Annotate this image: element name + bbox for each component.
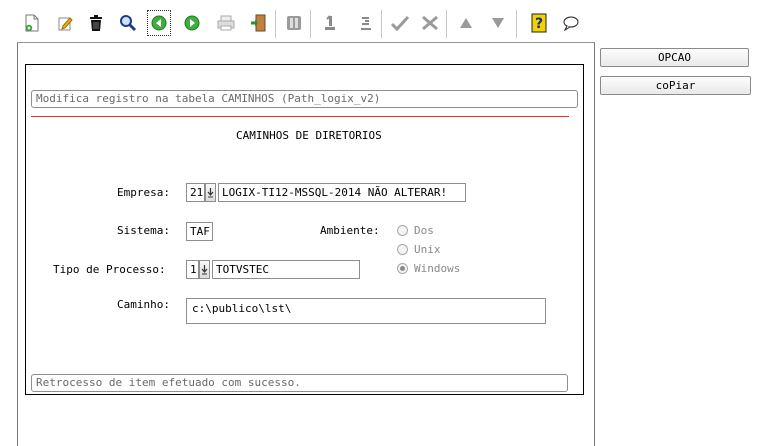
sort-down-icon[interactable] xyxy=(486,10,510,36)
title-message-field: Modifica registro na tabela CAMINHOS (Pa… xyxy=(31,90,578,108)
copiar-button[interactable]: coPiar xyxy=(600,76,751,95)
empresa-name-field[interactable]: LOGIX-TI12-MSSQL-2014 NÃO ALTERAR! xyxy=(218,183,466,202)
form-panel xyxy=(25,64,584,395)
tipo-processo-code-field[interactable]: 1 xyxy=(186,260,199,279)
tipo-processo-lookup-button[interactable] xyxy=(199,260,210,279)
sistema-label: Sistema: xyxy=(117,224,170,237)
delete-trash-icon[interactable] xyxy=(84,10,108,36)
radio-label: Dos xyxy=(414,224,434,237)
first-page-icon[interactable] xyxy=(318,10,342,36)
radio-button xyxy=(397,225,408,236)
toolbar-separator xyxy=(275,10,276,38)
search-magnifier-icon[interactable] xyxy=(116,10,140,36)
caminho-label: Caminho: xyxy=(117,298,170,311)
down-arrow-icon xyxy=(201,265,208,275)
ambiente-label: Ambiente: xyxy=(320,224,380,237)
last-page-icon[interactable] xyxy=(354,10,378,36)
toolbar-separator xyxy=(516,10,517,38)
tipo-processo-label: Tipo de Processo: xyxy=(53,263,166,276)
next-record-icon[interactable] xyxy=(180,10,204,36)
ambiente-radio-windows[interactable]: Windows xyxy=(397,262,460,275)
opcao-button[interactable]: OPCAO xyxy=(600,48,749,67)
caminho-field[interactable]: c:\publico\lst\ xyxy=(186,298,546,324)
form-heading: CAMINHOS DE DIRETORIOS xyxy=(236,129,382,142)
sistema-field[interactable]: TAF xyxy=(186,222,213,241)
ambiente-radio-unix[interactable]: Unix xyxy=(397,243,441,256)
radio-label: Windows xyxy=(414,262,461,275)
svg-text:?: ? xyxy=(535,16,543,32)
radio-button xyxy=(397,244,408,255)
down-arrow-icon xyxy=(207,188,214,198)
comment-bubble-icon[interactable] xyxy=(559,10,583,36)
toolbar-separator xyxy=(446,10,447,38)
edit-pencil-icon[interactable] xyxy=(54,10,78,36)
confirm-check-icon[interactable] xyxy=(388,10,412,36)
help-icon[interactable]: ? xyxy=(527,10,551,36)
pages-icon[interactable] xyxy=(282,10,306,36)
tipo-processo-field[interactable]: TOTVSTEC xyxy=(212,260,360,279)
empresa-lookup-button[interactable] xyxy=(205,183,216,202)
cancel-cross-icon[interactable] xyxy=(418,10,442,36)
empresa-label: Empresa: xyxy=(117,186,170,199)
exit-door-icon[interactable] xyxy=(246,10,270,36)
ambiente-radio-dos[interactable]: Dos xyxy=(397,224,434,237)
empresa-code-field[interactable]: 21 xyxy=(186,183,205,202)
divider-line xyxy=(31,116,569,117)
previous-record-icon[interactable] xyxy=(147,10,171,36)
toolbar-separator xyxy=(310,10,311,38)
new-document-icon[interactable] xyxy=(20,10,44,36)
radio-label: Unix xyxy=(414,243,441,256)
toolbar-separator xyxy=(381,10,382,38)
status-message-field: Retrocesso de item efetuado com sucesso. xyxy=(31,374,568,392)
sort-up-icon[interactable] xyxy=(454,10,478,36)
radio-button-selected xyxy=(397,263,408,274)
print-icon[interactable] xyxy=(214,10,238,36)
